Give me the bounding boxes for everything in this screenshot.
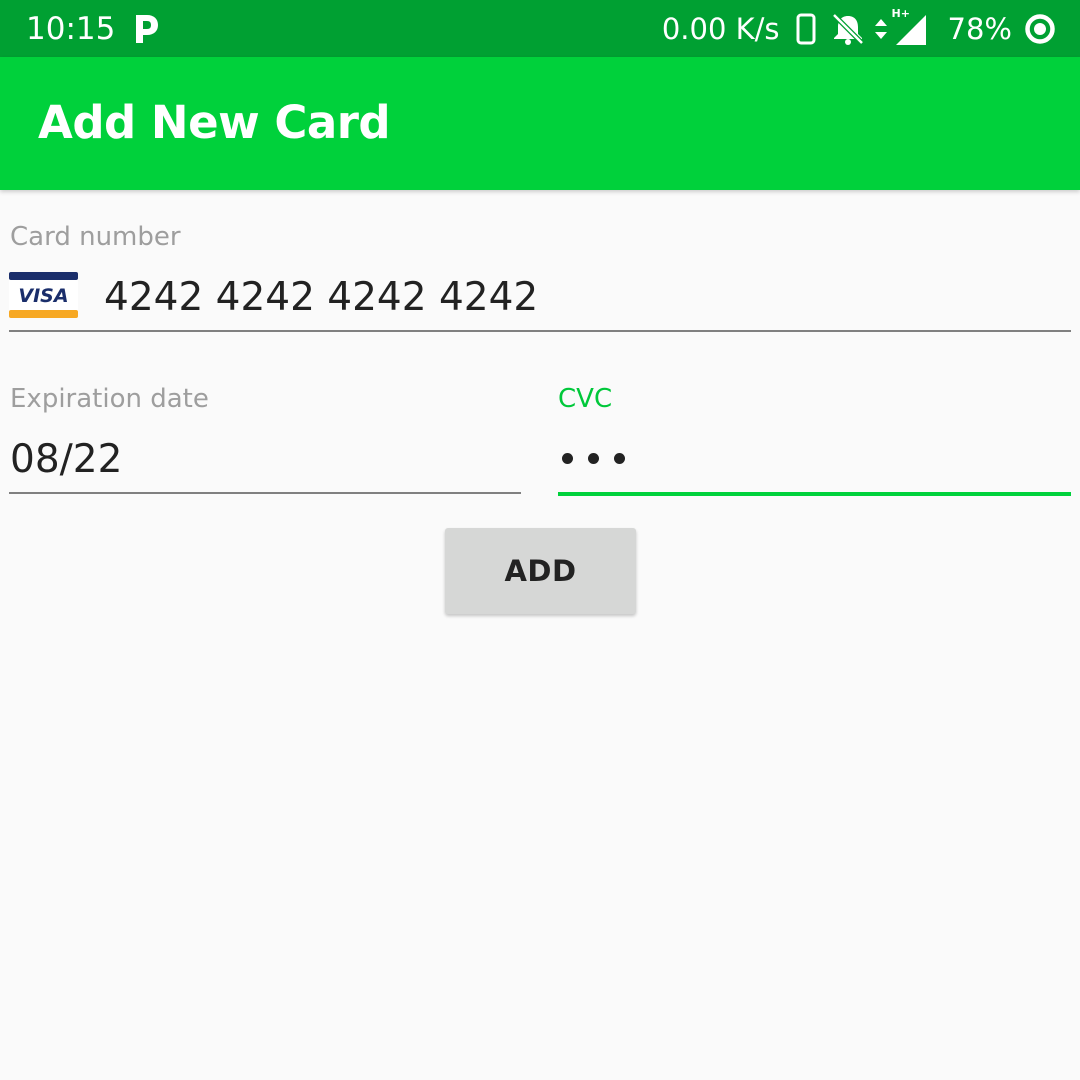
app-bar: Add New Card bbox=[0, 57, 1080, 190]
data-arrows-icon bbox=[874, 19, 887, 39]
card-number-label: Card number bbox=[10, 222, 181, 252]
cvc-label: CVC bbox=[558, 384, 613, 414]
bell-off-icon bbox=[831, 13, 864, 45]
signal-group: H+ bbox=[892, 8, 928, 47]
battery-percent: 78% bbox=[947, 12, 1012, 46]
page-title: Add New Card bbox=[38, 96, 391, 149]
signal-icon bbox=[895, 15, 926, 45]
phone-icon bbox=[796, 13, 816, 45]
expiration-date-underline bbox=[9, 492, 521, 494]
expiration-date-label: Expiration date bbox=[10, 384, 209, 414]
network-speed: 0.00 K/s bbox=[661, 12, 780, 46]
card-number-value[interactable]: 4242 4242 4242 4242 bbox=[104, 273, 538, 323]
cvc-masked-value[interactable] bbox=[562, 453, 625, 464]
cvc-mask-dot bbox=[614, 453, 625, 464]
cvc-underline bbox=[558, 492, 1071, 496]
p-app-icon bbox=[136, 15, 158, 43]
status-time: 10:15 bbox=[26, 11, 116, 47]
card-number-underline bbox=[9, 330, 1071, 332]
add-button[interactable]: ADD bbox=[445, 528, 636, 614]
battery-ring-icon bbox=[1025, 14, 1055, 44]
cvc-mask-dot bbox=[562, 453, 573, 464]
visa-brand-text: VISA bbox=[18, 285, 68, 307]
visa-card-icon: VISA bbox=[9, 272, 78, 318]
status-right-group: 0.00 K/s H+ 78% bbox=[661, 8, 1056, 49]
expiration-date-value[interactable]: 08/22 bbox=[10, 435, 122, 485]
cvc-mask-dot bbox=[588, 453, 599, 464]
status-bar: 10:15 0.00 K/s H+ 78% bbox=[0, 0, 1080, 57]
